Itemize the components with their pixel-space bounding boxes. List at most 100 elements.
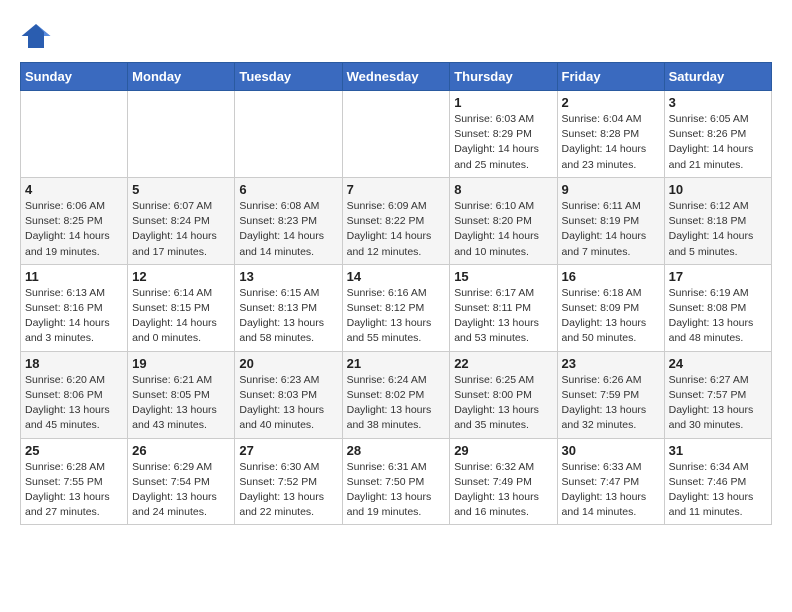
day-info: Sunrise: 6:26 AMSunset: 7:59 PMDaylight:…: [562, 373, 660, 434]
day-number: 3: [669, 95, 767, 110]
day-info: Sunrise: 6:19 AMSunset: 8:08 PMDaylight:…: [669, 286, 767, 347]
day-number: 13: [239, 269, 337, 284]
calendar-cell: 27 Sunrise: 6:30 AMSunset: 7:52 PMDayligh…: [235, 438, 342, 525]
calendar-cell: 30 Sunrise: 6:33 AMSunset: 7:47 PMDayligh…: [557, 438, 664, 525]
day-number: 10: [669, 182, 767, 197]
day-number: 12: [132, 269, 230, 284]
day-number: 21: [347, 356, 446, 371]
day-info: Sunrise: 6:20 AMSunset: 8:06 PMDaylight:…: [25, 373, 123, 434]
day-info: Sunrise: 6:16 AMSunset: 8:12 PMDaylight:…: [347, 286, 446, 347]
day-number: 18: [25, 356, 123, 371]
day-info: Sunrise: 6:28 AMSunset: 7:55 PMDaylight:…: [25, 460, 123, 521]
calendar-cell: 2 Sunrise: 6:04 AMSunset: 8:28 PMDaylight…: [557, 91, 664, 178]
page-header: [20, 20, 772, 52]
day-of-week-header: Saturday: [664, 63, 771, 91]
calendar-cell: 24 Sunrise: 6:27 AMSunset: 7:57 PMDayligh…: [664, 351, 771, 438]
day-number: 19: [132, 356, 230, 371]
day-info: Sunrise: 6:14 AMSunset: 8:15 PMDaylight:…: [132, 286, 230, 347]
calendar-cell: 22 Sunrise: 6:25 AMSunset: 8:00 PMDayligh…: [450, 351, 557, 438]
day-of-week-header: Monday: [128, 63, 235, 91]
calendar-cell: 13 Sunrise: 6:15 AMSunset: 8:13 PMDayligh…: [235, 264, 342, 351]
calendar-cell: 23 Sunrise: 6:26 AMSunset: 7:59 PMDayligh…: [557, 351, 664, 438]
logo-icon: [20, 20, 52, 52]
calendar-cell: 26 Sunrise: 6:29 AMSunset: 7:54 PMDayligh…: [128, 438, 235, 525]
logo: [20, 20, 56, 52]
calendar-cell: 7 Sunrise: 6:09 AMSunset: 8:22 PMDaylight…: [342, 177, 450, 264]
day-info: Sunrise: 6:24 AMSunset: 8:02 PMDaylight:…: [347, 373, 446, 434]
day-number: 27: [239, 443, 337, 458]
day-info: Sunrise: 6:18 AMSunset: 8:09 PMDaylight:…: [562, 286, 660, 347]
calendar-cell: [235, 91, 342, 178]
day-number: 31: [669, 443, 767, 458]
calendar-week-row: 11 Sunrise: 6:13 AMSunset: 8:16 PMDayligh…: [21, 264, 772, 351]
day-number: 2: [562, 95, 660, 110]
day-number: 24: [669, 356, 767, 371]
day-number: 9: [562, 182, 660, 197]
day-number: 29: [454, 443, 552, 458]
calendar-cell: 19 Sunrise: 6:21 AMSunset: 8:05 PMDayligh…: [128, 351, 235, 438]
calendar-cell: 20 Sunrise: 6:23 AMSunset: 8:03 PMDayligh…: [235, 351, 342, 438]
day-info: Sunrise: 6:04 AMSunset: 8:28 PMDaylight:…: [562, 112, 660, 173]
calendar-cell: 16 Sunrise: 6:18 AMSunset: 8:09 PMDayligh…: [557, 264, 664, 351]
day-info: Sunrise: 6:30 AMSunset: 7:52 PMDaylight:…: [239, 460, 337, 521]
day-info: Sunrise: 6:31 AMSunset: 7:50 PMDaylight:…: [347, 460, 446, 521]
day-info: Sunrise: 6:08 AMSunset: 8:23 PMDaylight:…: [239, 199, 337, 260]
day-of-week-header: Tuesday: [235, 63, 342, 91]
day-info: Sunrise: 6:15 AMSunset: 8:13 PMDaylight:…: [239, 286, 337, 347]
calendar-cell: 9 Sunrise: 6:11 AMSunset: 8:19 PMDaylight…: [557, 177, 664, 264]
calendar-cell: [128, 91, 235, 178]
calendar-cell: 14 Sunrise: 6:16 AMSunset: 8:12 PMDayligh…: [342, 264, 450, 351]
day-of-week-header: Friday: [557, 63, 664, 91]
day-number: 23: [562, 356, 660, 371]
calendar-cell: 15Sunrise: 6:17 AMSunset: 8:11 PMDayligh…: [450, 264, 557, 351]
day-number: 20: [239, 356, 337, 371]
day-number: 14: [347, 269, 446, 284]
day-info: Sunrise: 6:11 AMSunset: 8:19 PMDaylight:…: [562, 199, 660, 260]
day-number: 26: [132, 443, 230, 458]
day-of-week-header: Thursday: [450, 63, 557, 91]
calendar-week-row: 18 Sunrise: 6:20 AMSunset: 8:06 PMDayligh…: [21, 351, 772, 438]
day-info: Sunrise: 6:33 AMSunset: 7:47 PMDaylight:…: [562, 460, 660, 521]
calendar-cell: 28Sunrise: 6:31 AMSunset: 7:50 PMDayligh…: [342, 438, 450, 525]
calendar-cell: 31 Sunrise: 6:34 AMSunset: 7:46 PMDayligh…: [664, 438, 771, 525]
day-info: Sunrise: 6:32 AMSunset: 7:49 PMDaylight:…: [454, 460, 552, 521]
calendar-cell: 8Sunrise: 6:10 AMSunset: 8:20 PMDaylight…: [450, 177, 557, 264]
calendar-header: SundayMondayTuesdayWednesdayThursdayFrid…: [21, 63, 772, 91]
day-info: Sunrise: 6:21 AMSunset: 8:05 PMDaylight:…: [132, 373, 230, 434]
day-info: Sunrise: 6:25 AMSunset: 8:00 PMDaylight:…: [454, 373, 552, 434]
day-info: Sunrise: 6:29 AMSunset: 7:54 PMDaylight:…: [132, 460, 230, 521]
day-info: Sunrise: 6:09 AMSunset: 8:22 PMDaylight:…: [347, 199, 446, 260]
day-number: 7: [347, 182, 446, 197]
day-number: 4: [25, 182, 123, 197]
day-info: Sunrise: 6:06 AMSunset: 8:25 PMDaylight:…: [25, 199, 123, 260]
day-info: Sunrise: 6:10 AMSunset: 8:20 PMDaylight:…: [454, 199, 552, 260]
calendar-cell: 17Sunrise: 6:19 AMSunset: 8:08 PMDayligh…: [664, 264, 771, 351]
calendar-cell: 18 Sunrise: 6:20 AMSunset: 8:06 PMDayligh…: [21, 351, 128, 438]
day-info: Sunrise: 6:23 AMSunset: 8:03 PMDaylight:…: [239, 373, 337, 434]
day-number: 5: [132, 182, 230, 197]
day-number: 11: [25, 269, 123, 284]
day-number: 25: [25, 443, 123, 458]
day-number: 22: [454, 356, 552, 371]
day-info: Sunrise: 6:34 AMSunset: 7:46 PMDaylight:…: [669, 460, 767, 521]
day-info: Sunrise: 6:12 AMSunset: 8:18 PMDaylight:…: [669, 199, 767, 260]
days-header-row: SundayMondayTuesdayWednesdayThursdayFrid…: [21, 63, 772, 91]
calendar-cell: 4 Sunrise: 6:06 AMSunset: 8:25 PMDaylight…: [21, 177, 128, 264]
calendar-week-row: 25 Sunrise: 6:28 AMSunset: 7:55 PMDayligh…: [21, 438, 772, 525]
day-info: Sunrise: 6:27 AMSunset: 7:57 PMDaylight:…: [669, 373, 767, 434]
day-number: 16: [562, 269, 660, 284]
day-number: 15: [454, 269, 552, 284]
calendar-week-row: 1Sunrise: 6:03 AMSunset: 8:29 PMDaylight…: [21, 91, 772, 178]
day-info: Sunrise: 6:07 AMSunset: 8:24 PMDaylight:…: [132, 199, 230, 260]
calendar-cell: 1Sunrise: 6:03 AMSunset: 8:29 PMDaylight…: [450, 91, 557, 178]
calendar-cell: 25 Sunrise: 6:28 AMSunset: 7:55 PMDayligh…: [21, 438, 128, 525]
calendar-cell: 11 Sunrise: 6:13 AMSunset: 8:16 PMDayligh…: [21, 264, 128, 351]
calendar-cell: 21 Sunrise: 6:24 AMSunset: 8:02 PMDayligh…: [342, 351, 450, 438]
day-number: 6: [239, 182, 337, 197]
calendar-cell: [342, 91, 450, 178]
day-info: Sunrise: 6:13 AMSunset: 8:16 PMDaylight:…: [25, 286, 123, 347]
day-number: 30: [562, 443, 660, 458]
calendar-cell: 6 Sunrise: 6:08 AMSunset: 8:23 PMDaylight…: [235, 177, 342, 264]
day-of-week-header: Sunday: [21, 63, 128, 91]
calendar-cell: 3Sunrise: 6:05 AMSunset: 8:26 PMDaylight…: [664, 91, 771, 178]
